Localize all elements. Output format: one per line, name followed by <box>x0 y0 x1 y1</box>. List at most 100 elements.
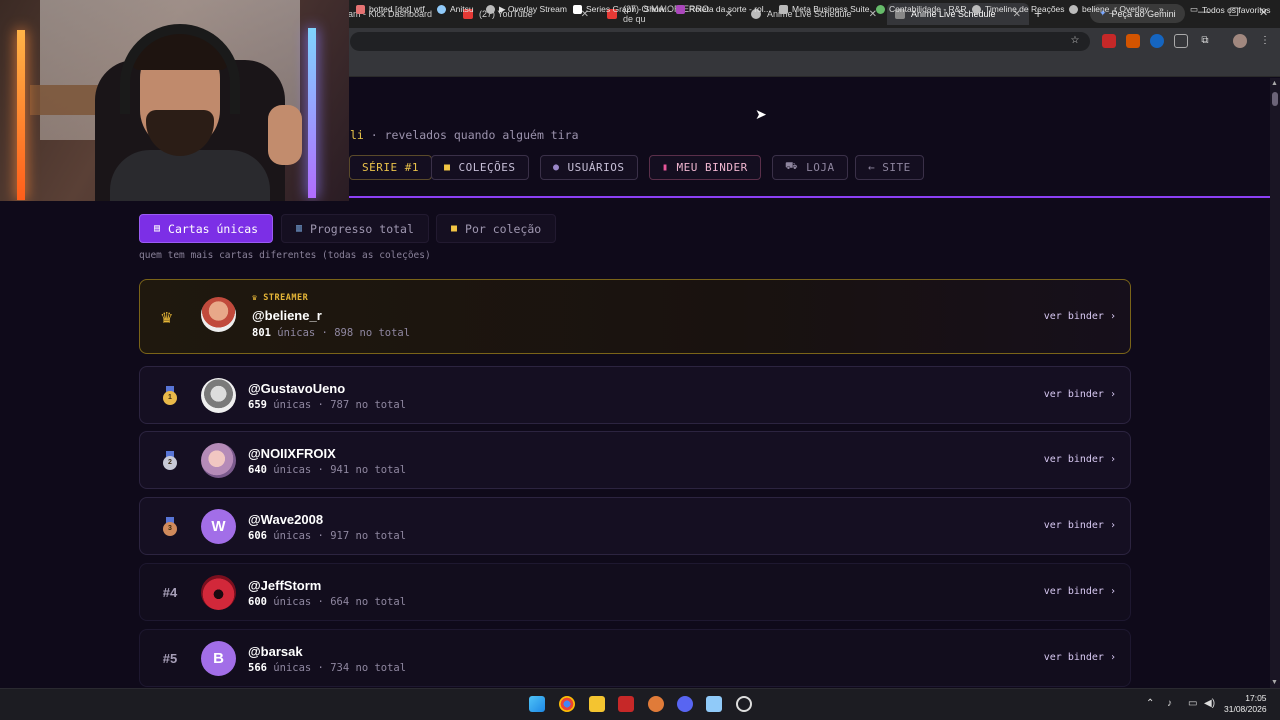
username[interactable]: @GustavoUeno <box>248 381 345 396</box>
username[interactable]: @Wave2008 <box>248 512 323 527</box>
webcam-overlay <box>0 0 349 201</box>
bronze-medal-icon: 3 <box>163 517 177 536</box>
total-label: no total <box>355 662 407 674</box>
total-label: no total <box>359 327 411 339</box>
bookmark-item[interactable]: Roleta da sorte - rol... <box>676 4 771 14</box>
nav-usuarios[interactable]: ● USUÁRIOS <box>540 155 638 180</box>
card-stats: 566 únicas · 734 no total <box>248 662 407 674</box>
total-label: no total <box>355 399 407 411</box>
ver-binder-link[interactable]: ver binder › <box>1044 311 1116 322</box>
clock-time: 17:05 <box>1245 693 1267 703</box>
nav-meu-binder[interactable]: ▮ MEU BINDER <box>649 155 761 180</box>
bookmark-label: Roleta da sorte - rol... <box>689 4 771 14</box>
profile-avatar[interactable] <box>1233 34 1247 48</box>
gold-medal-icon: 1 <box>163 386 177 405</box>
card-stats: 640 únicas · 941 no total <box>248 464 407 476</box>
bookmark-item[interactable]: beliene_r Overlay <box>1069 4 1149 14</box>
obs-icon[interactable] <box>736 696 752 712</box>
leaderboard-row: #5 B @barsak 566 únicas · 734 no total v… <box>139 629 1131 687</box>
ver-binder-link[interactable]: ver binder › <box>1044 652 1116 663</box>
system-clock[interactable]: 17:05 31/08/2026 <box>1224 693 1267 715</box>
ver-binder-link[interactable]: ver binder › <box>1044 586 1116 597</box>
address-bar[interactable] <box>350 32 1090 51</box>
ver-binder-link[interactable]: ver binder › <box>1044 520 1116 531</box>
nav-label: USUÁRIOS <box>567 161 625 174</box>
total-count: 898 <box>334 327 354 339</box>
menu-icon[interactable]: ⋮ <box>1258 34 1272 48</box>
subtitle-text: · revelados quando alguém tira <box>363 128 579 142</box>
unique-count: 801 <box>252 327 271 339</box>
nav-colecoes[interactable]: ■ COLEÇÕES <box>431 155 529 180</box>
puzzle-icon[interactable]: ⧉ <box>1198 34 1212 48</box>
binder-icon: ▮ <box>662 162 669 173</box>
discord-icon[interactable] <box>677 696 693 712</box>
nav-label: MEU BINDER <box>676 161 748 174</box>
bookmarks-more-button[interactable]: » <box>1159 4 1164 14</box>
app-icon[interactable] <box>618 696 634 712</box>
total-count: 917 <box>330 530 350 542</box>
unique-count: 566 <box>248 662 267 674</box>
windows-start-icon[interactable] <box>529 696 545 712</box>
network-icon[interactable]: ▭ <box>1188 698 1197 709</box>
crown-icon: ♛ <box>252 293 264 303</box>
nav-loja[interactable]: ⛟ LOJA <box>772 155 848 180</box>
file-explorer-icon[interactable] <box>589 696 605 712</box>
bookmark-item[interactable]: Anitsu <box>437 4 474 14</box>
extension-icon[interactable] <box>1174 34 1188 48</box>
username[interactable]: @NOIIXFROIX <box>248 446 336 461</box>
bookmark-item[interactable]: Meta Business Suite <box>779 4 869 14</box>
folder-icon: ■ <box>451 223 458 234</box>
leaderboard-row: #4 @JeffStorm 600 únicas · 664 no total … <box>139 563 1131 621</box>
bookmark-item[interactable]: Series Graph - Show... <box>573 4 672 14</box>
bookmark-item[interactable]: botted [dot] wtf <box>356 4 425 14</box>
scrollbar-thumb[interactable] <box>1272 92 1278 106</box>
tab-por-colecao[interactable]: ■ Por coleção <box>436 214 557 243</box>
scroll-down-icon[interactable]: ▼ <box>1271 679 1278 686</box>
unique-count: 600 <box>248 596 267 608</box>
page-scrollbar[interactable] <box>1270 78 1280 688</box>
all-favorites-folder[interactable]: ▭ Todos os favoritos <box>1190 4 1271 15</box>
unique-label: únicas <box>273 399 312 411</box>
chevron-up-icon[interactable]: ⌃ <box>1146 698 1154 709</box>
username[interactable]: @JeffStorm <box>248 578 321 593</box>
tab-label: Por coleção <box>465 221 542 236</box>
unique-label: únicas <box>273 596 312 608</box>
microphone-icon[interactable]: ♪ <box>1167 698 1172 709</box>
volume-icon[interactable]: ◀) <box>1204 698 1215 709</box>
bookmark-icon <box>573 4 582 14</box>
nav-site[interactable]: ← SITE <box>855 155 924 180</box>
chrome-icon[interactable] <box>559 696 575 712</box>
app-icon[interactable] <box>648 696 664 712</box>
ver-binder-link[interactable]: ver binder › <box>1044 454 1116 465</box>
medal-number: 2 <box>163 456 177 470</box>
bookmark-label: Timeline de Reações <box>985 4 1065 14</box>
nav-serie[interactable]: SÉRIE #1 <box>349 155 432 180</box>
bookmark-icon <box>356 4 365 14</box>
nav-label: COLEÇÕES <box>458 161 516 174</box>
extension-icon[interactable] <box>1126 34 1140 48</box>
username[interactable]: @barsak <box>248 644 303 659</box>
tab-progresso-total[interactable]: ▥ Progresso total <box>281 214 429 243</box>
extension-icon[interactable] <box>1102 34 1116 48</box>
rank-number: #5 <box>162 651 178 666</box>
leaderboard-row: 3 W @Wave2008 606 únicas · 917 no total … <box>139 497 1131 555</box>
bookmark-item[interactable]: Contabilidade - R&R <box>876 4 966 14</box>
ver-binder-link[interactable]: ver binder › <box>1044 389 1116 400</box>
notepad-icon[interactable] <box>706 696 722 712</box>
mouse-cursor-icon: ➤ <box>755 106 767 122</box>
avatar <box>201 443 236 478</box>
scroll-up-icon[interactable]: ▲ <box>1271 80 1278 87</box>
chart-icon: ▥ <box>296 223 303 234</box>
tab-cartas-unicas[interactable]: ▤ Cartas únicas <box>139 214 274 243</box>
nav-label: SÉRIE #1 <box>362 161 419 174</box>
unique-label: únicas <box>273 662 312 674</box>
username[interactable]: @beliene_r <box>252 308 322 323</box>
extension-icon[interactable] <box>1150 34 1164 48</box>
clock-date: 31/08/2026 <box>1224 704 1267 714</box>
star-icon[interactable]: ☆ <box>1068 34 1082 48</box>
leaderboard-row: 1 @GustavoUeno 659 únicas · 787 no total… <box>139 366 1131 424</box>
bookmark-item[interactable]: Timeline de Reações <box>972 4 1065 14</box>
bookmark-icon <box>779 4 788 14</box>
bookmark-item[interactable]: ▶ Overlay Stream <box>486 4 567 15</box>
bookmark-label: Contabilidade - R&R <box>889 4 967 14</box>
